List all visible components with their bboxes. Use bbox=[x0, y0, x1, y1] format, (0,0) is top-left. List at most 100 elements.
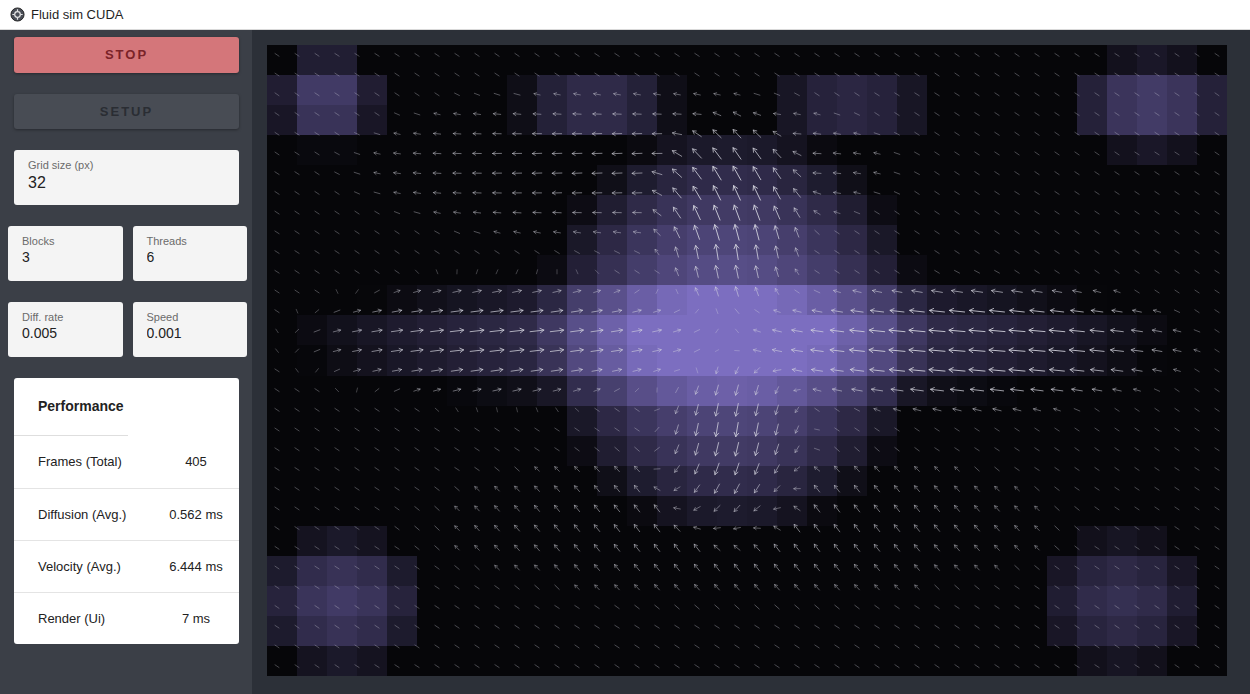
density-cell bbox=[537, 255, 568, 286]
stop-button[interactable]: STOP bbox=[14, 37, 239, 73]
velocity-arrow bbox=[635, 447, 640, 451]
velocity-arrow bbox=[315, 270, 319, 273]
density-cell bbox=[327, 406, 358, 437]
velocity-arrow bbox=[995, 270, 1000, 273]
velocity-arrow bbox=[1035, 526, 1040, 531]
velocity-arrow bbox=[774, 544, 780, 551]
density-cell bbox=[477, 135, 508, 166]
field-input[interactable] bbox=[147, 248, 234, 268]
density-cell bbox=[357, 135, 388, 166]
velocity-arrow bbox=[1195, 251, 1199, 254]
density-cell bbox=[627, 496, 658, 527]
density-cell bbox=[567, 436, 598, 467]
velocity-arrow bbox=[275, 113, 279, 116]
velocity-arrow bbox=[693, 167, 702, 179]
velocity-arrow bbox=[1009, 348, 1025, 353]
velocity-arrow bbox=[315, 251, 319, 254]
density-cell bbox=[957, 255, 988, 286]
velocity-arrow bbox=[875, 466, 880, 471]
density-cell bbox=[1077, 195, 1108, 226]
velocity-arrow bbox=[1115, 152, 1119, 155]
velocity-arrow bbox=[909, 328, 925, 333]
velocity-arrow bbox=[1015, 93, 1019, 96]
velocity-arrow bbox=[414, 132, 421, 135]
velocity-arrow bbox=[275, 448, 279, 451]
field-input[interactable] bbox=[22, 248, 109, 268]
density-cell bbox=[477, 75, 508, 106]
velocity-arrow bbox=[535, 505, 540, 511]
velocity-arrow bbox=[1175, 389, 1179, 392]
velocity-arrow bbox=[1173, 349, 1181, 352]
velocity-arrow bbox=[1155, 192, 1159, 195]
velocity-arrow bbox=[734, 404, 738, 417]
velocity-arrow bbox=[635, 428, 639, 431]
velocity-arrow bbox=[395, 428, 399, 431]
density-cell bbox=[267, 285, 298, 316]
velocity-arrow bbox=[572, 171, 582, 175]
density-cell bbox=[447, 165, 478, 196]
velocity-arrow bbox=[355, 133, 360, 135]
field-input[interactable] bbox=[147, 324, 234, 344]
velocity-arrow bbox=[1215, 428, 1219, 431]
velocity-arrow bbox=[834, 564, 839, 570]
velocity-arrow bbox=[715, 350, 718, 352]
velocity-arrow bbox=[774, 507, 781, 510]
velocity-arrow bbox=[1075, 428, 1079, 431]
velocity-arrow bbox=[955, 448, 959, 451]
velocity-arrow bbox=[551, 368, 562, 372]
field-input[interactable] bbox=[28, 172, 225, 194]
velocity-arrow bbox=[595, 466, 600, 471]
velocity-arrow bbox=[875, 73, 879, 76]
velocity-arrow bbox=[435, 428, 439, 431]
density-cell bbox=[717, 285, 748, 316]
velocity-arrow bbox=[955, 172, 959, 175]
density-cell bbox=[327, 376, 358, 407]
density-cell bbox=[927, 496, 958, 527]
velocity-arrow bbox=[453, 171, 461, 174]
velocity-arrow bbox=[875, 93, 879, 96]
velocity-arrow bbox=[315, 290, 319, 293]
velocity-arrow bbox=[955, 545, 960, 551]
velocity-arrow bbox=[1010, 309, 1025, 314]
velocity-arrow bbox=[1195, 507, 1199, 510]
velocity-arrow bbox=[355, 54, 359, 57]
density-cell bbox=[987, 646, 1018, 676]
velocity-arrow bbox=[950, 388, 963, 392]
velocity-arrow bbox=[1155, 211, 1159, 214]
velocity-arrow bbox=[734, 484, 739, 493]
velocity-arrow bbox=[450, 328, 463, 332]
density-cell bbox=[477, 255, 508, 286]
density-cell bbox=[1197, 646, 1227, 676]
velocity-arrow bbox=[915, 448, 919, 451]
density-cell bbox=[537, 135, 568, 166]
density-cell bbox=[507, 135, 538, 166]
density-cell bbox=[357, 45, 388, 76]
velocity-arrow bbox=[473, 171, 482, 175]
velocity-arrow bbox=[676, 289, 678, 293]
velocity-arrow bbox=[753, 205, 760, 220]
density-cell bbox=[1017, 466, 1048, 497]
density-cell bbox=[327, 556, 358, 587]
velocity-arrow bbox=[1111, 348, 1124, 352]
density-cell bbox=[507, 466, 538, 497]
density-cell bbox=[867, 526, 898, 557]
velocity-arrow bbox=[1155, 152, 1159, 155]
velocity-arrow bbox=[674, 310, 679, 313]
velocity-arrow bbox=[794, 189, 801, 198]
velocity-arrow bbox=[455, 526, 460, 531]
velocity-arrow bbox=[435, 546, 439, 550]
velocity-arrow bbox=[1031, 388, 1043, 392]
velocity-arrow bbox=[1015, 251, 1019, 254]
velocity-arrow bbox=[1215, 54, 1219, 57]
velocity-arrow bbox=[1095, 211, 1099, 214]
velocity-arrow bbox=[555, 251, 560, 254]
fluid-canvas[interactable] bbox=[267, 45, 1227, 676]
velocity-arrow bbox=[874, 192, 880, 194]
density-cell bbox=[1017, 135, 1048, 166]
density-cell bbox=[1047, 436, 1078, 467]
density-cell bbox=[1107, 586, 1138, 617]
density-cell bbox=[747, 255, 778, 286]
velocity-arrow bbox=[295, 211, 299, 214]
field-input[interactable] bbox=[22, 324, 109, 344]
velocity-arrow bbox=[855, 113, 860, 115]
